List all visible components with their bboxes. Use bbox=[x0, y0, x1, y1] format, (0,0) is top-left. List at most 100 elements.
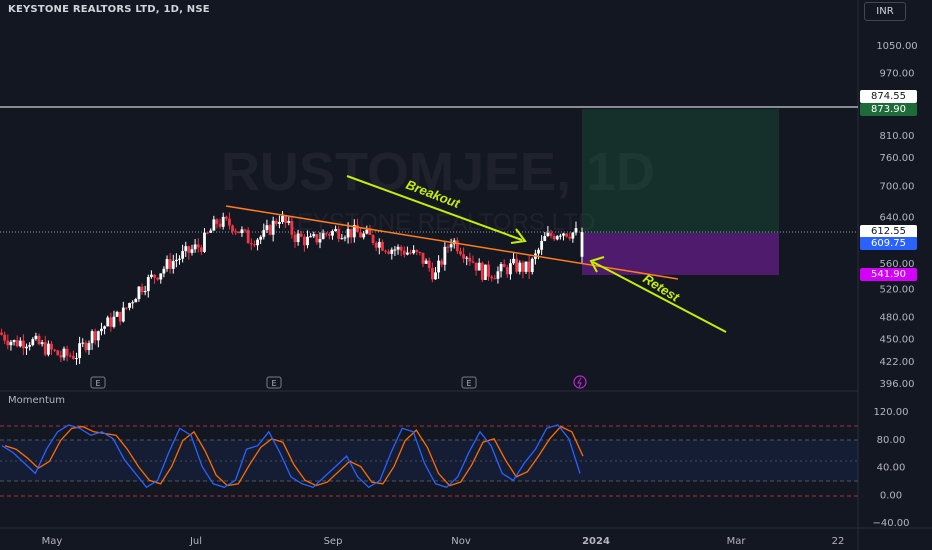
candle-body bbox=[178, 258, 181, 260]
momentum-band bbox=[0, 440, 858, 481]
candle-body bbox=[243, 229, 247, 231]
candle-body bbox=[502, 264, 506, 268]
candle-body bbox=[181, 251, 185, 259]
candle-body bbox=[40, 342, 44, 345]
candle-body bbox=[415, 249, 419, 252]
candle-body bbox=[112, 316, 116, 327]
time-tick-label: Nov bbox=[451, 536, 471, 547]
candle-body bbox=[409, 252, 412, 254]
candle-body bbox=[477, 262, 481, 271]
candle-body bbox=[34, 335, 38, 340]
candle-body bbox=[455, 240, 459, 252]
candle-body bbox=[537, 249, 540, 254]
candle-body bbox=[365, 229, 369, 234]
candle-body bbox=[430, 267, 434, 280]
time-tick-label: Mar bbox=[727, 536, 747, 547]
candle-body bbox=[406, 252, 409, 255]
candle-body bbox=[156, 277, 160, 280]
candle-body bbox=[515, 258, 519, 272]
candle-body bbox=[206, 232, 210, 234]
current-price-label: 609.75 bbox=[860, 237, 917, 250]
price-tick-label: 760.00 bbox=[880, 153, 915, 164]
candle-body bbox=[224, 216, 228, 219]
svg-text:E: E bbox=[466, 379, 471, 388]
candle-body bbox=[96, 331, 100, 341]
time-axis[interactable]: May Jul Sep Nov 2024 Mar 22 bbox=[42, 536, 845, 547]
candle-body bbox=[43, 342, 47, 355]
candle-body bbox=[274, 220, 278, 224]
candle-body bbox=[174, 259, 178, 262]
candle-body bbox=[62, 348, 66, 358]
candle-body bbox=[146, 276, 150, 292]
candle-body bbox=[418, 251, 422, 253]
candle-body bbox=[100, 328, 103, 332]
candle-body bbox=[337, 229, 341, 239]
candle-body bbox=[65, 348, 69, 356]
candle-body bbox=[228, 218, 231, 226]
candle-body bbox=[184, 246, 188, 252]
candle-body bbox=[153, 274, 156, 278]
candle-body bbox=[421, 252, 425, 264]
candle-body bbox=[437, 260, 441, 273]
price-tick-label: 640.00 bbox=[880, 213, 915, 224]
time-tick-label: Sep bbox=[324, 536, 343, 547]
candle-body bbox=[480, 262, 484, 280]
candle-body bbox=[221, 216, 225, 227]
candle-body bbox=[249, 243, 253, 245]
candle-body bbox=[562, 233, 565, 236]
target-price-label: 873.90 bbox=[860, 103, 917, 116]
candle-body bbox=[143, 291, 147, 293]
candle-body bbox=[449, 244, 453, 248]
candle-body bbox=[574, 228, 578, 233]
candle-body bbox=[521, 262, 525, 272]
candle-body bbox=[159, 273, 163, 280]
candle-body bbox=[12, 340, 16, 342]
candle-body bbox=[87, 343, 91, 351]
candle-body bbox=[256, 239, 259, 246]
candle-body bbox=[396, 246, 400, 250]
candle-body bbox=[381, 241, 384, 251]
candle-body bbox=[162, 268, 166, 274]
candle-body bbox=[334, 229, 337, 232]
candle-body bbox=[59, 355, 63, 358]
candle-body bbox=[552, 236, 556, 240]
indicator-name[interactable]: Momentum bbox=[8, 395, 65, 406]
candle-body bbox=[287, 221, 291, 223]
candle-body bbox=[53, 349, 57, 351]
price-tick-label: 1050.00 bbox=[876, 41, 917, 52]
candle-body bbox=[543, 236, 547, 241]
price-tick-label: 480.00 bbox=[880, 312, 915, 323]
target-zone[interactable] bbox=[582, 109, 779, 233]
candle-body bbox=[471, 261, 475, 263]
candle-body bbox=[527, 261, 531, 273]
candle-body bbox=[484, 264, 487, 280]
candle-body bbox=[103, 326, 106, 329]
candle-body bbox=[131, 302, 135, 304]
candle-body bbox=[71, 355, 75, 359]
candle-body bbox=[25, 346, 28, 349]
symbol-title[interactable]: KEYSTONE REALTORS LTD, 1D, NSE bbox=[8, 4, 210, 15]
currency-button[interactable]: INR bbox=[864, 2, 906, 21]
candle-body bbox=[281, 215, 284, 222]
candle-body bbox=[253, 244, 256, 246]
time-tick-label: Jul bbox=[189, 536, 202, 547]
candle-body bbox=[125, 307, 128, 309]
candle-body bbox=[468, 257, 472, 262]
indicator-axis[interactable]: 120.00 80.00 40.00 0.00 −40.00 bbox=[872, 407, 909, 529]
time-tick-label: 2024 bbox=[582, 536, 610, 547]
candle-body bbox=[558, 235, 562, 237]
candle-body bbox=[377, 241, 381, 248]
price-chart[interactable]: RUSTOMJEE, 1D KEYSTONE REALTORS LTD Brea… bbox=[0, 0, 932, 550]
candle-body bbox=[187, 246, 191, 253]
candle-body bbox=[262, 230, 266, 237]
candle-body bbox=[140, 286, 144, 293]
candle-body bbox=[296, 233, 300, 243]
candle-body bbox=[215, 219, 219, 224]
candle-body bbox=[512, 258, 515, 264]
candle-body bbox=[546, 232, 550, 237]
indicator-tick-label: 40.00 bbox=[877, 463, 906, 474]
candle-body bbox=[134, 298, 138, 303]
candle-body bbox=[231, 225, 234, 232]
candle-body bbox=[443, 246, 447, 265]
candle-body bbox=[234, 231, 238, 233]
